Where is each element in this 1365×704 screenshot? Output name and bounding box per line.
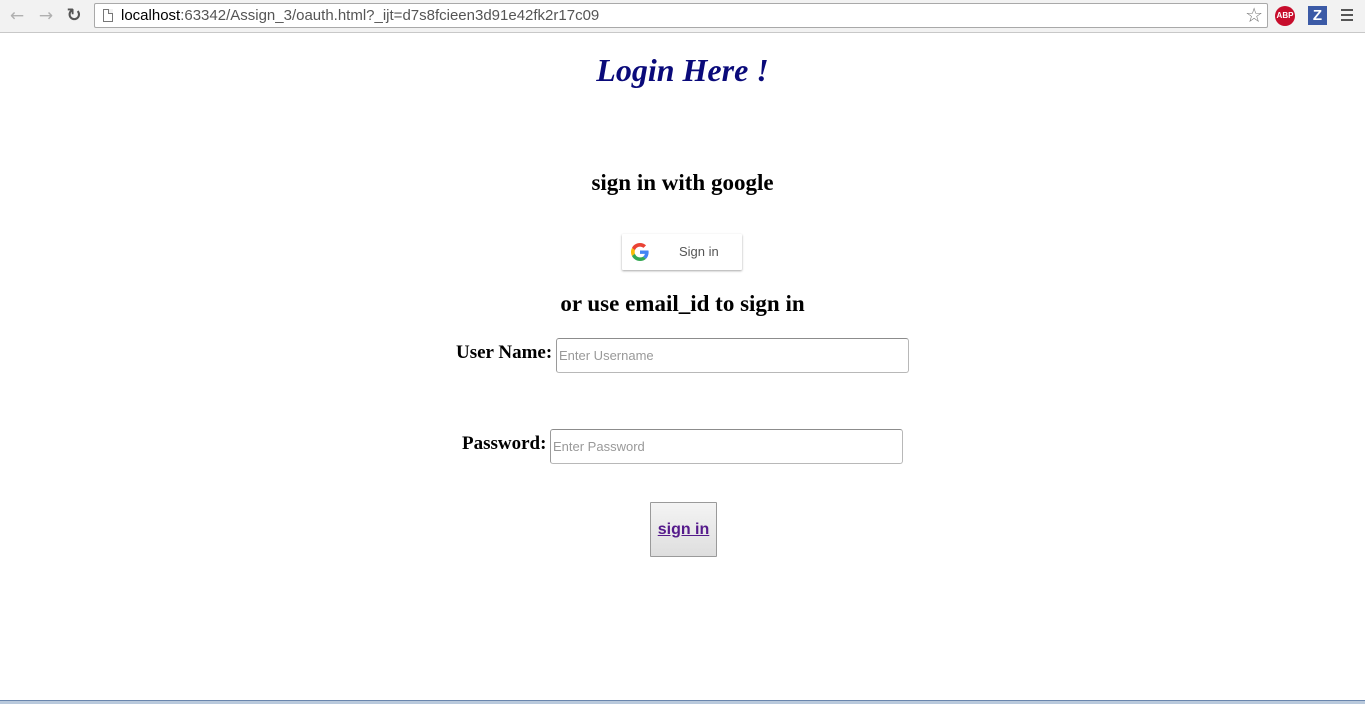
email-signin-heading: or use email_id to sign in [560, 291, 805, 316]
signin-button[interactable]: sign in [650, 502, 717, 557]
google-logo-icon [631, 243, 649, 261]
forward-arrow-icon[interactable]: → [36, 6, 56, 26]
browser-toolbar: ← → ↻ localhost:63342/Assign_3/oauth.htm… [0, 0, 1365, 33]
menu-icon[interactable] [1341, 9, 1353, 22]
adblock-icon[interactable]: ABP [1275, 6, 1295, 26]
google-signin-heading: sign in with google [591, 170, 774, 195]
google-signin-label: Sign in [679, 244, 719, 259]
page-title: Login Here ! [596, 52, 769, 88]
username-label: User Name: [456, 342, 553, 363]
url-host: localhost [121, 7, 181, 24]
zotero-extension-icon[interactable]: Z [1308, 6, 1327, 25]
signin-link[interactable]: sign in [658, 521, 710, 538]
address-bar[interactable]: localhost:63342/Assign_3/oauth.html?_ijt… [94, 3, 1268, 28]
password-input[interactable] [550, 429, 903, 464]
back-arrow-icon[interactable]: ← [7, 6, 27, 26]
reload-icon[interactable]: ↻ [64, 6, 84, 26]
username-input[interactable] [556, 338, 909, 373]
url-path: :63342/Assign_3/oauth.html?_ijt=d7s8fcie… [180, 7, 600, 24]
bookmark-star-icon[interactable]: ☆ [1245, 4, 1263, 27]
url-text[interactable]: localhost:63342/Assign_3/oauth.html?_ijt… [121, 7, 599, 24]
google-signin-button[interactable]: Sign in [622, 234, 742, 270]
taskbar-edge [0, 700, 1365, 704]
password-label: Password: [462, 433, 547, 454]
page-icon [103, 9, 113, 22]
